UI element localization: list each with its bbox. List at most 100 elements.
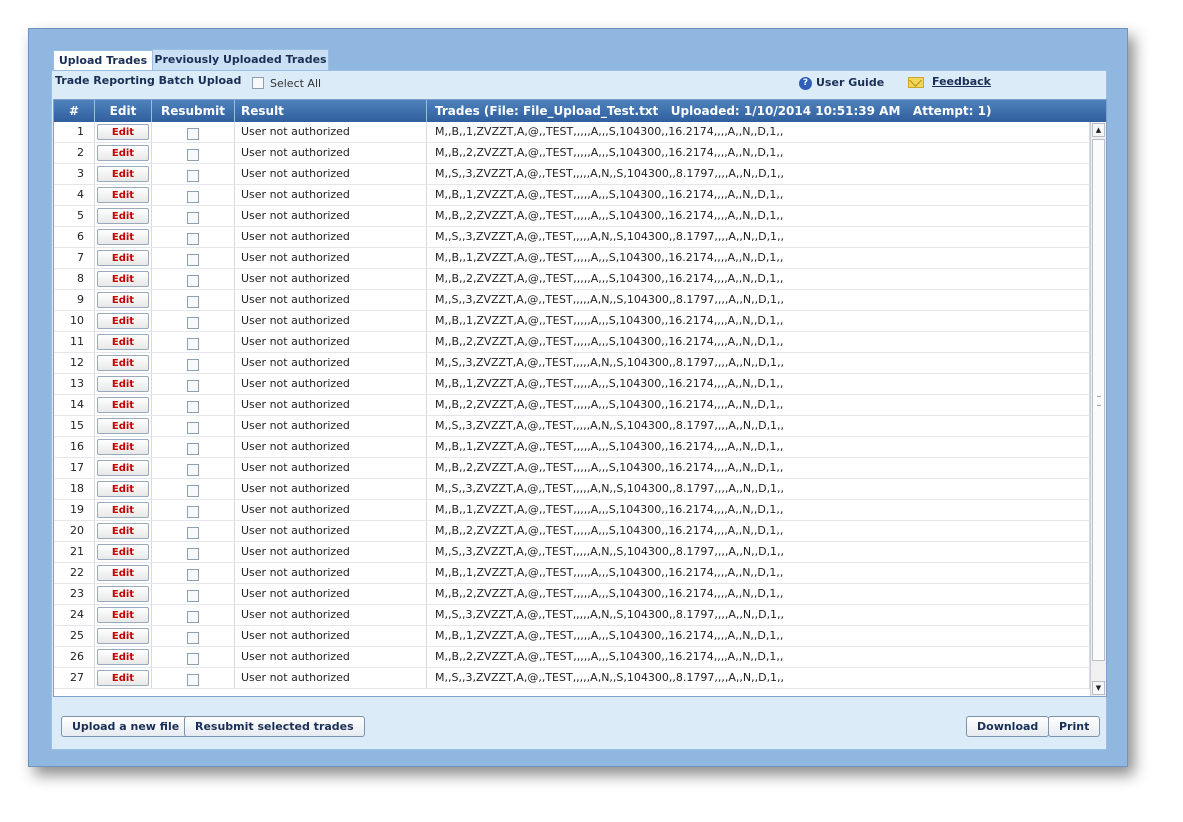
edit-button[interactable]: Edit [97, 376, 149, 392]
resubmit-checkbox[interactable] [187, 589, 199, 602]
resubmit-cell [152, 437, 235, 457]
trade-text: M,,B,,2,ZVZZT,A,@,,TEST,,,,,A,,,S,104300… [427, 584, 1090, 604]
resubmit-checkbox[interactable] [187, 211, 199, 224]
resubmit-checkbox[interactable] [187, 631, 199, 644]
edit-button[interactable]: Edit [97, 523, 149, 539]
row-number: 6 [54, 227, 95, 247]
resubmit-checkbox[interactable] [187, 316, 199, 329]
edit-button[interactable]: Edit [97, 544, 149, 560]
scroll-up-button[interactable]: ▲ [1092, 123, 1105, 137]
resubmit-checkbox[interactable] [187, 463, 199, 476]
page-title: Trade Reporting Batch Upload [55, 74, 242, 87]
edit-button[interactable]: Edit [97, 124, 149, 140]
edit-button[interactable]: Edit [97, 355, 149, 371]
scroll-down-button[interactable]: ▼ [1092, 681, 1105, 695]
col-header-edit[interactable]: Edit [95, 100, 152, 122]
edit-button[interactable]: Edit [97, 649, 149, 665]
upload-new-file-button[interactable]: Upload a new file [61, 716, 191, 737]
trade-text: M,,S,,3,ZVZZT,A,@,,TEST,,,,,A,N,,S,10430… [427, 605, 1090, 625]
result-text: User not authorized [235, 395, 427, 415]
resubmit-checkbox[interactable] [187, 442, 199, 455]
resubmit-checkbox[interactable] [187, 295, 199, 308]
edit-button[interactable]: Edit [97, 397, 149, 413]
edit-button[interactable]: Edit [97, 250, 149, 266]
resubmit-checkbox[interactable] [187, 148, 199, 161]
trade-text: M,,B,,2,ZVZZT,A,@,,TEST,,,,,A,,,S,104300… [427, 395, 1090, 415]
edit-cell: Edit [95, 584, 152, 604]
trade-text: M,,B,,1,ZVZZT,A,@,,TEST,,,,,A,,,S,104300… [427, 185, 1090, 205]
resubmit-checkbox[interactable] [187, 400, 199, 413]
edit-button[interactable]: Edit [97, 271, 149, 287]
user-guide-link[interactable]: ? User Guide [799, 76, 884, 90]
resubmit-checkbox[interactable] [187, 568, 199, 581]
edit-button[interactable]: Edit [97, 460, 149, 476]
resubmit-checkbox[interactable] [187, 379, 199, 392]
resubmit-checkbox[interactable] [187, 190, 199, 203]
resubmit-checkbox[interactable] [187, 526, 199, 539]
edit-cell: Edit [95, 626, 152, 646]
edit-button[interactable]: Edit [97, 166, 149, 182]
select-all-checkbox[interactable] [252, 77, 264, 89]
result-text: User not authorized [235, 584, 427, 604]
resubmit-cell [152, 584, 235, 604]
col-header-result[interactable]: Result [235, 100, 427, 122]
edit-button[interactable]: Edit [97, 670, 149, 686]
scroll-thumb[interactable] [1092, 139, 1105, 661]
trade-text: M,,S,,3,ZVZZT,A,@,,TEST,,,,,A,N,,S,10430… [427, 479, 1090, 499]
vertical-scrollbar[interactable]: ▲ ▼ [1090, 122, 1106, 696]
resubmit-checkbox[interactable] [187, 673, 199, 686]
edit-button[interactable]: Edit [97, 628, 149, 644]
resubmit-checkbox[interactable] [187, 505, 199, 518]
result-text: User not authorized [235, 290, 427, 310]
row-number: 9 [54, 290, 95, 310]
tab-upload-trades[interactable]: Upload Trades [53, 50, 153, 71]
trade-text: M,,B,,1,ZVZZT,A,@,,TEST,,,,,A,,,S,104300… [427, 626, 1090, 646]
edit-button[interactable]: Edit [97, 187, 149, 203]
resubmit-checkbox[interactable] [187, 610, 199, 623]
edit-button[interactable]: Edit [97, 145, 149, 161]
feedback-link[interactable]: Feedback [908, 75, 991, 88]
edit-button[interactable]: Edit [97, 439, 149, 455]
edit-button[interactable]: Edit [97, 502, 149, 518]
resubmit-checkbox[interactable] [187, 253, 199, 266]
edit-button[interactable]: Edit [97, 586, 149, 602]
resubmit-cell [152, 122, 235, 142]
resubmit-cell [152, 227, 235, 247]
download-button[interactable]: Download [966, 716, 1050, 737]
resubmit-checkbox[interactable] [187, 232, 199, 245]
table-row: 15 Edit User not authorized M,,S,,3,ZVZZT,A… [54, 416, 1090, 437]
resubmit-checkbox[interactable] [187, 169, 199, 182]
edit-button[interactable]: Edit [97, 334, 149, 350]
select-all-control[interactable]: Select All [252, 76, 321, 90]
resubmit-cell [152, 353, 235, 373]
edit-cell: Edit [95, 647, 152, 667]
result-text: User not authorized [235, 626, 427, 646]
edit-button[interactable]: Edit [97, 292, 149, 308]
edit-button[interactable]: Edit [97, 313, 149, 329]
edit-button[interactable]: Edit [97, 229, 149, 245]
resubmit-checkbox[interactable] [187, 358, 199, 371]
edit-button[interactable]: Edit [97, 208, 149, 224]
col-header-resubmit[interactable]: Resubmit [152, 100, 235, 122]
row-number: 5 [54, 206, 95, 226]
resubmit-checkbox[interactable] [187, 337, 199, 350]
edit-button[interactable]: Edit [97, 565, 149, 581]
resubmit-checkbox[interactable] [187, 652, 199, 665]
resubmit-checkbox[interactable] [187, 484, 199, 497]
edit-button[interactable]: Edit [97, 481, 149, 497]
print-button[interactable]: Print [1048, 716, 1101, 737]
resubmit-checkbox[interactable] [187, 127, 199, 140]
row-number: 21 [54, 542, 95, 562]
resubmit-checkbox[interactable] [187, 421, 199, 434]
edit-button[interactable]: Edit [97, 607, 149, 623]
col-header-num[interactable]: # [54, 100, 95, 122]
tab-previously-uploaded-trades[interactable]: Previously Uploaded Trades [152, 49, 329, 70]
col-header-trades[interactable]: Trades (File: File_Upload_Test.txt Uploa… [427, 100, 1106, 122]
trade-text: M,,B,,2,ZVZZT,A,@,,TEST,,,,,A,,,S,104300… [427, 521, 1090, 541]
result-text: User not authorized [235, 311, 427, 331]
resubmit-selected-trades-button[interactable]: Resubmit selected trades [184, 716, 365, 737]
edit-button[interactable]: Edit [97, 418, 149, 434]
resubmit-checkbox[interactable] [187, 274, 199, 287]
resubmit-checkbox[interactable] [187, 547, 199, 560]
row-number: 20 [54, 521, 95, 541]
